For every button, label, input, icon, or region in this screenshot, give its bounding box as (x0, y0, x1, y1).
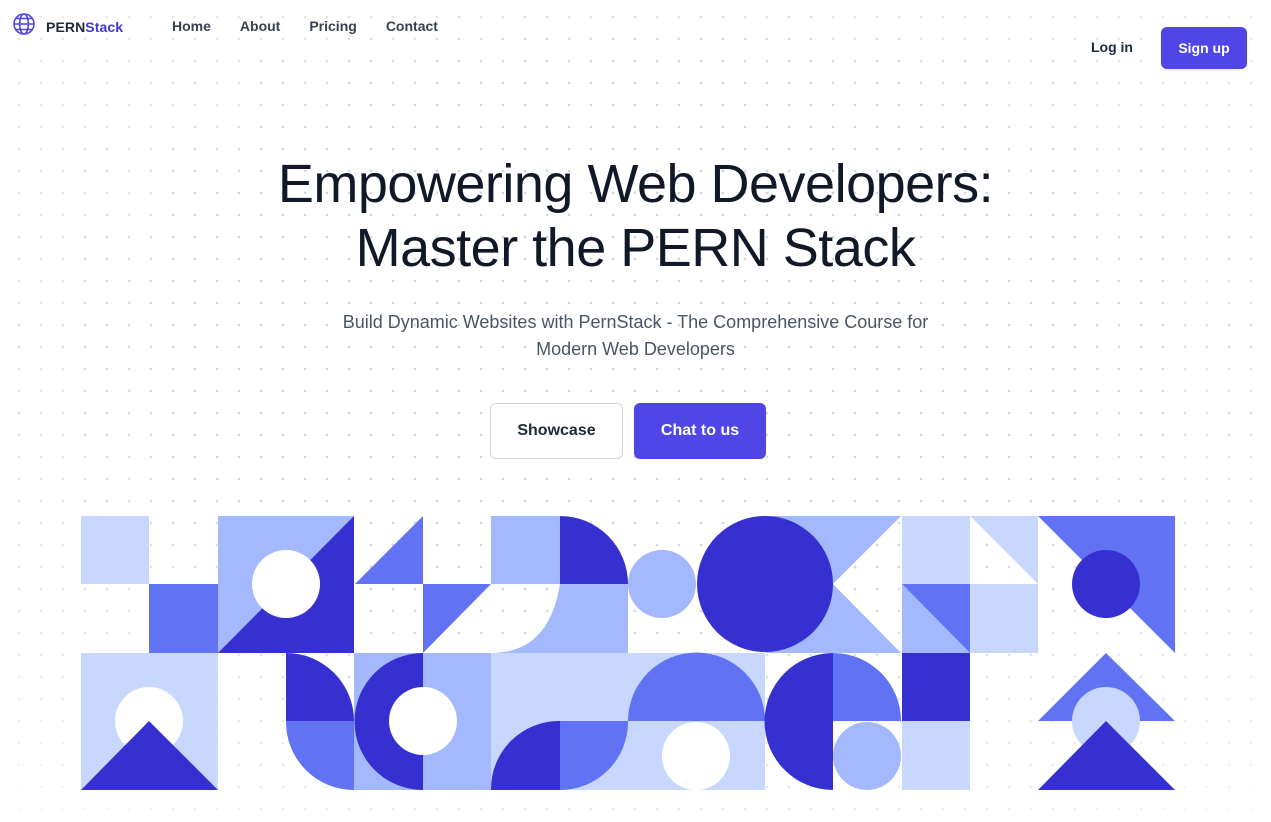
globe-icon (12, 12, 36, 41)
geometric-pattern-illustration (81, 516, 1175, 790)
hero-subtitle: Build Dynamic Websites with PernStack - … (342, 312, 929, 359)
landing-page: PERNStack Home About Pricing Contact Log… (0, 0, 1271, 822)
login-link[interactable]: Log in (1091, 39, 1133, 55)
showcase-button[interactable]: Showcase (490, 403, 623, 459)
nav-link-about[interactable]: About (240, 18, 280, 34)
hero-title: Empowering Web Developers: Master the PE… (236, 152, 1036, 280)
signup-button[interactable]: Sign up (1161, 27, 1247, 69)
brand-logo-link[interactable]: PERNStack (12, 12, 123, 41)
brand-name: PERNStack (46, 19, 123, 35)
main-nav: Home About Pricing Contact (172, 18, 438, 34)
nav-link-home[interactable]: Home (172, 18, 211, 34)
geometric-pattern-svg (81, 516, 1175, 790)
top-navbar: PERNStack Home About Pricing Contact Log… (0, 0, 1271, 90)
brand-name-part1: PERN (46, 18, 86, 35)
chat-to-us-button[interactable]: Chat to us (634, 403, 766, 459)
hero-cta-group: Showcase Chat to us (0, 403, 1271, 459)
hero-title-line-1: Empowering Web Developers: (277, 154, 994, 214)
brand-name-part2: Stack (85, 18, 124, 35)
nav-link-pricing[interactable]: Pricing (309, 18, 356, 34)
hero-title-line-2: Master the PERN Stack (355, 218, 916, 278)
nav-link-contact[interactable]: Contact (386, 18, 438, 34)
hero-section: Empowering Web Developers: Master the PE… (0, 152, 1271, 363)
